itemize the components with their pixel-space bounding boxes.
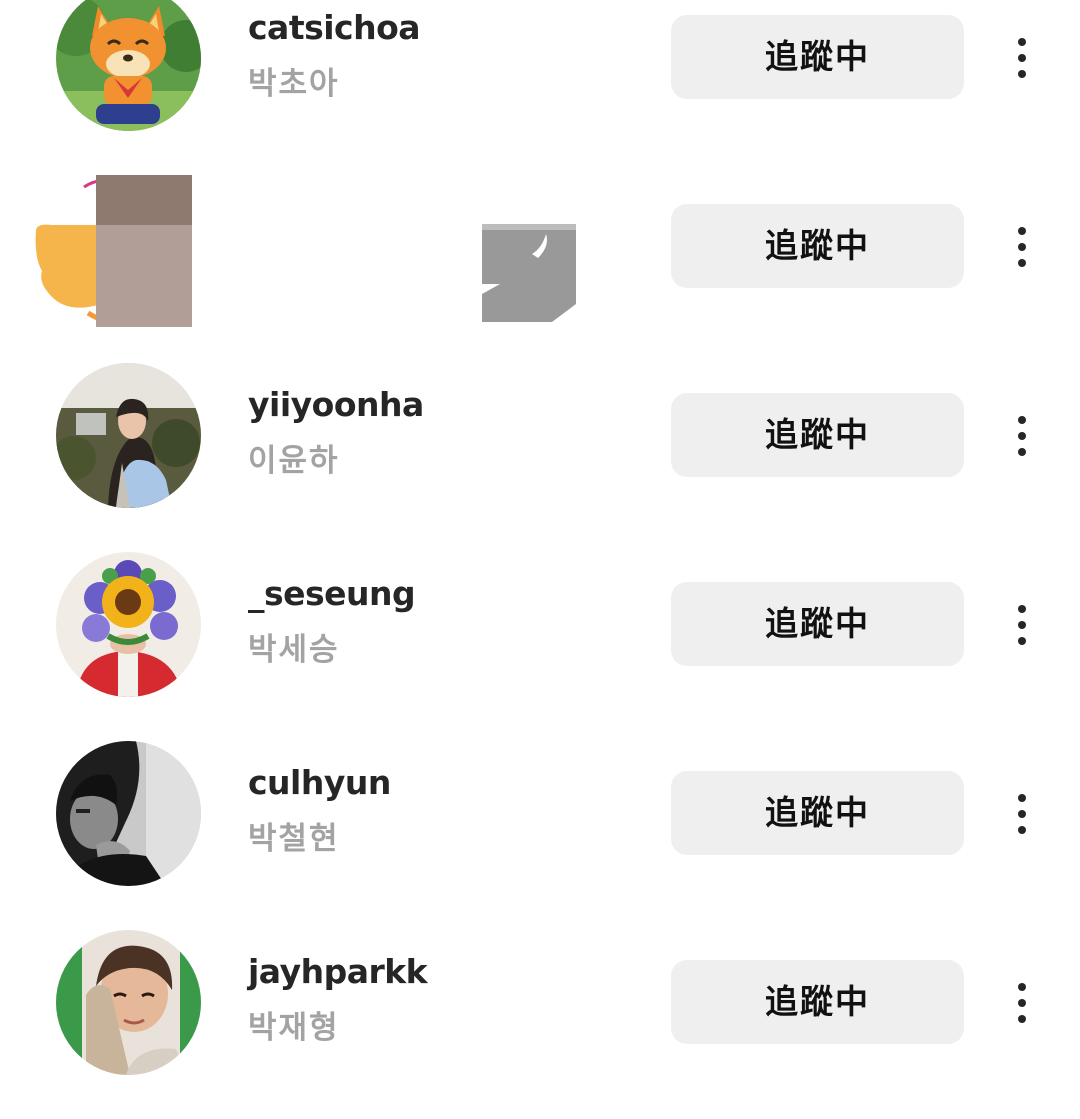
following-button[interactable]: 追蹤中 [671, 771, 964, 855]
sunflower-photo-icon[interactable] [56, 552, 201, 697]
dot [1018, 416, 1026, 424]
dot [1018, 54, 1026, 62]
more-options-icon[interactable] [1002, 406, 1042, 466]
dot [1018, 432, 1026, 440]
dot [1018, 810, 1026, 818]
list-item[interactable]: culhyun 박철현 追蹤中 [0, 741, 1080, 930]
more-options-icon[interactable] [1002, 595, 1042, 655]
following-button[interactable]: 追蹤中 [671, 204, 964, 288]
dot [1018, 637, 1026, 645]
full-name: 박세승 [248, 632, 340, 668]
full-name: 박재형 [248, 1010, 340, 1046]
censored-username-block [482, 224, 576, 322]
more-options-icon[interactable] [1002, 217, 1042, 277]
dot [1018, 38, 1026, 46]
username[interactable]: culhyun [248, 763, 391, 802]
dot [1018, 621, 1026, 629]
username[interactable]: _seseung [248, 574, 416, 613]
dot [1018, 999, 1026, 1007]
list-item[interactable]: yiiyoonha 이윤하 追蹤中 [0, 363, 1080, 552]
dot [1018, 794, 1026, 802]
more-options-icon[interactable] [1002, 973, 1042, 1033]
username[interactable]: jayhparkk [248, 952, 428, 991]
censored-avatar-icon [30, 175, 213, 335]
list-item[interactable]: 追蹤中 [0, 175, 1080, 364]
following-button[interactable]: 追蹤中 [671, 393, 964, 477]
full-name: 박철현 [248, 821, 340, 857]
more-options-icon[interactable] [1002, 28, 1042, 88]
person-photo-icon[interactable] [56, 363, 201, 508]
person-photo-icon[interactable] [56, 930, 201, 1075]
fox-avatar-icon[interactable] [56, 0, 201, 131]
dot [1018, 1015, 1026, 1023]
following-button[interactable]: 追蹤中 [671, 15, 964, 99]
list-item[interactable]: catsichoa 박초아 追蹤中 [0, 0, 1080, 175]
dot [1018, 983, 1026, 991]
username[interactable]: catsichoa [248, 8, 421, 47]
following-button[interactable]: 追蹤中 [671, 960, 964, 1044]
dot [1018, 448, 1026, 456]
dot [1018, 605, 1026, 613]
list-item[interactable]: _seseung 박세승 追蹤中 [0, 552, 1080, 741]
full-name: 이윤하 [248, 443, 340, 479]
dot [1018, 259, 1026, 267]
dot [1018, 243, 1026, 251]
dot [1018, 826, 1026, 834]
list-item[interactable]: jayhparkk 박재형 追蹤中 [0, 930, 1080, 1119]
following-button[interactable]: 追蹤中 [671, 582, 964, 666]
bw-portrait-icon[interactable] [56, 741, 201, 886]
dot [1018, 70, 1026, 78]
dot [1018, 227, 1026, 235]
following-list: catsichoa 박초아 追蹤中 追蹤中 yiiyoonha 이윤하 追蹤中 … [0, 0, 1080, 1090]
full-name: 박초아 [248, 66, 340, 102]
username[interactable]: yiiyoonha [248, 385, 424, 424]
more-options-icon[interactable] [1002, 784, 1042, 844]
